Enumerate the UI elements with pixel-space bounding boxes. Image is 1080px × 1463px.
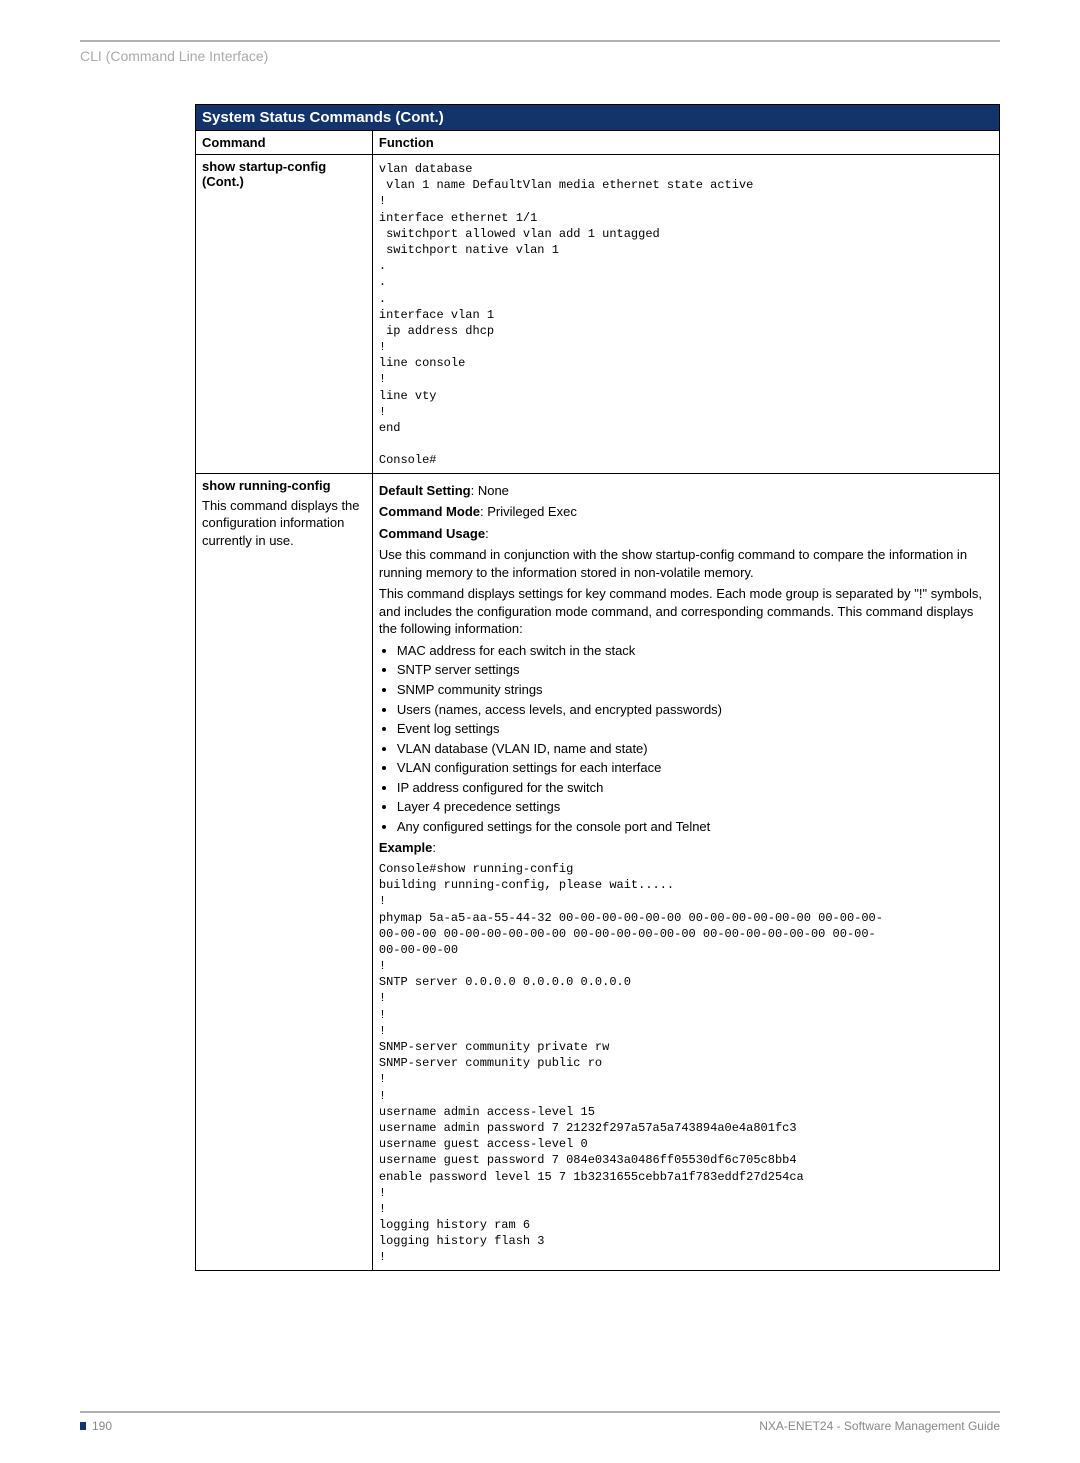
list-item: IP address configured for the switch <box>397 779 993 797</box>
command-mode-label: Command Mode <box>379 504 480 519</box>
table-row: show running-config This command display… <box>196 473 1000 1270</box>
table-title: System Status Commands (Cont.) <box>196 105 1000 131</box>
command-usage-label: Command Usage <box>379 526 485 541</box>
list-item: Users (names, access levels, and encrypt… <box>397 701 993 719</box>
page-footer: 190 NXA-ENET24 - Software Management Gui… <box>80 1411 1000 1433</box>
footer-accent-bar <box>80 1422 86 1430</box>
header-function: Function <box>372 131 999 155</box>
system-status-table: System Status Commands (Cont.) Command F… <box>195 104 1000 1271</box>
example-label: Example <box>379 840 432 855</box>
doc-title: NXA-ENET24 - Software Management Guide <box>759 1419 1000 1433</box>
table-row: show startup-config (Cont.) vlan databas… <box>196 155 1000 474</box>
cmd-name: show startup-config <box>202 159 366 174</box>
list-item: SNMP community strings <box>397 681 993 699</box>
usage-paragraph-2: This command displays settings for key c… <box>379 585 993 638</box>
list-item: Layer 4 precedence settings <box>397 798 993 816</box>
info-list: MAC address for each switch in the stack… <box>379 642 993 835</box>
header-command: Command <box>196 131 373 155</box>
breadcrumb: CLI (Command Line Interface) <box>80 48 1000 64</box>
command-mode-value: : Privileged Exec <box>480 504 577 519</box>
list-item: VLAN database (VLAN ID, name and state) <box>397 740 993 758</box>
list-item: VLAN configuration settings for each int… <box>397 759 993 777</box>
cmd-desc: This command displays the configuration … <box>202 497 366 550</box>
list-item: SNTP server settings <box>397 661 993 679</box>
list-item: Any configured settings for the console … <box>397 818 993 836</box>
default-setting-value: : None <box>471 483 509 498</box>
default-setting-label: Default Setting <box>379 483 471 498</box>
startup-config-output: vlan database vlan 1 name DefaultVlan me… <box>379 161 993 469</box>
running-config-output: Console#show running-config building run… <box>379 861 993 1266</box>
page-number: 190 <box>92 1419 112 1433</box>
cmd-name-cont: (Cont.) <box>202 174 366 189</box>
list-item: Event log settings <box>397 720 993 738</box>
list-item: MAC address for each switch in the stack <box>397 642 993 660</box>
cmd-name: show running-config <box>202 478 366 493</box>
usage-paragraph-1: Use this command in conjunction with the… <box>379 546 993 581</box>
